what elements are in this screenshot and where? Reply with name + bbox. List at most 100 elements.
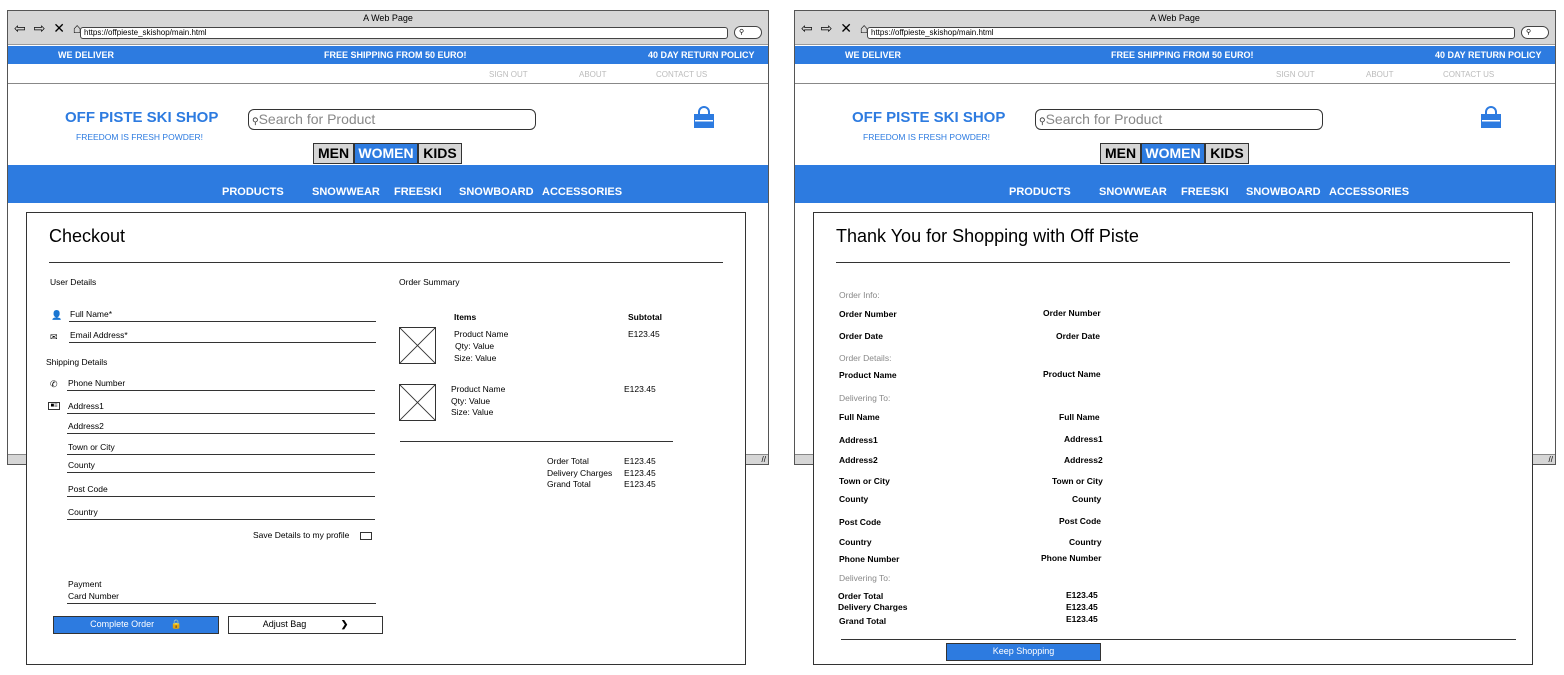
save-details-label: Save Details to my profile	[253, 530, 350, 540]
nav-products[interactable]: PRODUCTS	[1009, 186, 1071, 198]
nav-accessories[interactable]: ACCESSORIES	[1329, 186, 1409, 198]
summary-divider	[400, 441, 673, 442]
order-item-name: Product Name	[451, 384, 506, 394]
grand-total-label: Grand Total	[839, 616, 887, 626]
order-date-value: Order Date	[1056, 331, 1100, 341]
card-number-label: Card Number	[68, 591, 120, 601]
grand-total-label: Grand Total	[547, 479, 591, 489]
tab-kids[interactable]: KIDS	[418, 143, 462, 164]
nav-snowwear[interactable]: SNOWWEAR	[312, 186, 380, 198]
product-image-placeholder	[399, 327, 436, 364]
order-total-label: Order Total	[547, 456, 589, 466]
contact-link[interactable]: CONTACT US	[1443, 70, 1494, 79]
nav-snowwear[interactable]: SNOWWEAR	[1099, 186, 1167, 198]
subtotal-column-header: Subtotal	[628, 312, 662, 322]
shopping-bag-icon[interactable]	[692, 106, 716, 130]
shipping-details-heading: Shipping Details	[46, 357, 108, 367]
delivering-to-heading-2: Delivering To:	[839, 573, 891, 583]
country-label: Country	[839, 537, 872, 547]
top-links: SIGN OUT ABOUT CONTACT US	[8, 64, 768, 84]
tab-men[interactable]: MEN	[313, 143, 354, 164]
shop-logo[interactable]: OFF PISTE SKI SHOP	[852, 109, 1005, 126]
shopping-bag-icon[interactable]	[1479, 106, 1503, 130]
browser-nav-icons[interactable]: ⇦ ⇨ ✕ ⌂	[14, 20, 83, 37]
search-placeholder: Search for Product	[1045, 111, 1163, 127]
tab-women[interactable]: WOMEN	[354, 143, 418, 164]
nav-freeski[interactable]: FREESKI	[394, 186, 442, 198]
shop-logo[interactable]: OFF PISTE SKI SHOP	[65, 109, 218, 126]
card-number-field[interactable]: Card Number	[67, 590, 376, 604]
nav-products[interactable]: PRODUCTS	[222, 186, 284, 198]
product-search-input[interactable]: ⚲Search for Product	[248, 109, 536, 130]
full-name-value: Full Name	[1059, 412, 1100, 422]
chevron-right-icon: ❯	[340, 619, 349, 629]
post-code-value: Post Code	[1059, 516, 1102, 526]
address1-value: Address1	[1064, 434, 1103, 444]
resize-grip-icon[interactable]: //	[762, 455, 766, 464]
tab-kids[interactable]: KIDS	[1205, 143, 1249, 164]
complete-order-button[interactable]: Complete Order 🔒	[53, 616, 219, 634]
nav-snowboard[interactable]: SNOWBOARD	[459, 186, 534, 198]
resize-grip-icon[interactable]: //	[1549, 455, 1553, 464]
url-bar[interactable]: https://offpieste_skishop/main.html	[867, 27, 1515, 39]
tab-men[interactable]: MEN	[1100, 143, 1141, 164]
browser-search-icon[interactable]: ⚲	[1521, 26, 1549, 39]
adjust-bag-button[interactable]: Adjust Bag ❯	[228, 616, 383, 634]
promo-we-deliver: WE DELIVER	[58, 50, 115, 60]
town-field[interactable]: Town or City	[67, 441, 375, 455]
browser-nav-icons[interactable]: ⇦ ⇨ ✕ ⌂	[801, 20, 870, 37]
shop-tagline: FREEDOM IS FRESH POWDER!	[76, 132, 204, 142]
browser-titlebar: A Web Page ⇦ ⇨ ✕ ⌂ https://offpieste_ski…	[8, 11, 768, 45]
window-title: A Web Page	[1150, 13, 1200, 23]
order-total-label: Order Total	[838, 591, 884, 601]
email-field[interactable]: Email Address*	[69, 329, 376, 343]
full-name-field[interactable]: Full Name*	[69, 308, 376, 322]
nav-snowboard[interactable]: SNOWBOARD	[1246, 186, 1321, 198]
order-item-subtotal: E123.45	[624, 384, 656, 394]
page-title: Checkout	[49, 226, 126, 246]
order-item-size: Size: Value	[451, 407, 494, 417]
sign-out-link[interactable]: SIGN OUT	[1276, 70, 1315, 79]
address1-field[interactable]: Address1	[67, 400, 375, 414]
sign-out-link[interactable]: SIGN OUT	[489, 70, 528, 79]
tab-women[interactable]: WOMEN	[1141, 143, 1205, 164]
post-code-label: Post Code	[839, 517, 882, 527]
keep-shopping-button[interactable]: Keep Shopping	[946, 643, 1101, 661]
phone-label: Phone Number	[839, 554, 900, 564]
order-details-heading: Order Details:	[839, 353, 892, 363]
country-field[interactable]: Country	[67, 506, 375, 520]
delivery-charges-label: Delivery Charges	[838, 602, 908, 612]
save-details-checkbox[interactable]	[360, 532, 372, 540]
address2-label: Address2	[839, 455, 878, 465]
order-item-name: Product Name	[454, 329, 509, 339]
full-name-label: Full Name	[839, 412, 880, 422]
search-icon: ⚲	[252, 116, 259, 126]
about-link[interactable]: ABOUT	[1366, 70, 1394, 79]
nav-accessories[interactable]: ACCESSORIES	[542, 186, 622, 198]
promo-free-shipping: FREE SHIPPING FROM 50 EURO!	[324, 50, 467, 60]
product-search-input[interactable]: ⚲Search for Product	[1035, 109, 1323, 130]
product-name-value: Product Name	[1043, 369, 1101, 379]
county-field[interactable]: County	[67, 459, 375, 473]
promo-return-policy: 40 DAY RETURN POLICY	[648, 50, 755, 60]
county-label: County	[839, 494, 869, 504]
browser-search-icon[interactable]: ⚲	[734, 26, 762, 39]
category-nav: PRODUCTS SNOWWEAR FREESKI SNOWBOARD ACCE…	[795, 165, 1555, 203]
post-code-field[interactable]: Post Code	[67, 483, 375, 497]
nav-freeski[interactable]: FREESKI	[1181, 186, 1229, 198]
order-item-subtotal: E123.45	[628, 329, 660, 339]
phone-icon: ✆	[50, 379, 58, 389]
phone-field[interactable]: Phone Number	[67, 377, 375, 391]
town-label: Town or City	[68, 442, 115, 452]
country-value: Country	[1069, 537, 1102, 547]
order-number-label: Order Number	[839, 309, 897, 319]
full-name-label: Full Name*	[70, 309, 113, 319]
delivery-charges-label: Delivery Charges	[547, 468, 613, 478]
url-bar[interactable]: https://offpieste_skishop/main.html	[80, 27, 728, 39]
items-column-header: Items	[454, 312, 477, 322]
address2-field[interactable]: Address2	[67, 420, 375, 434]
order-item-qty: Qty: Value	[451, 396, 491, 406]
order-number-value: Order Number	[1043, 308, 1101, 318]
contact-link[interactable]: CONTACT US	[656, 70, 707, 79]
about-link[interactable]: ABOUT	[579, 70, 607, 79]
